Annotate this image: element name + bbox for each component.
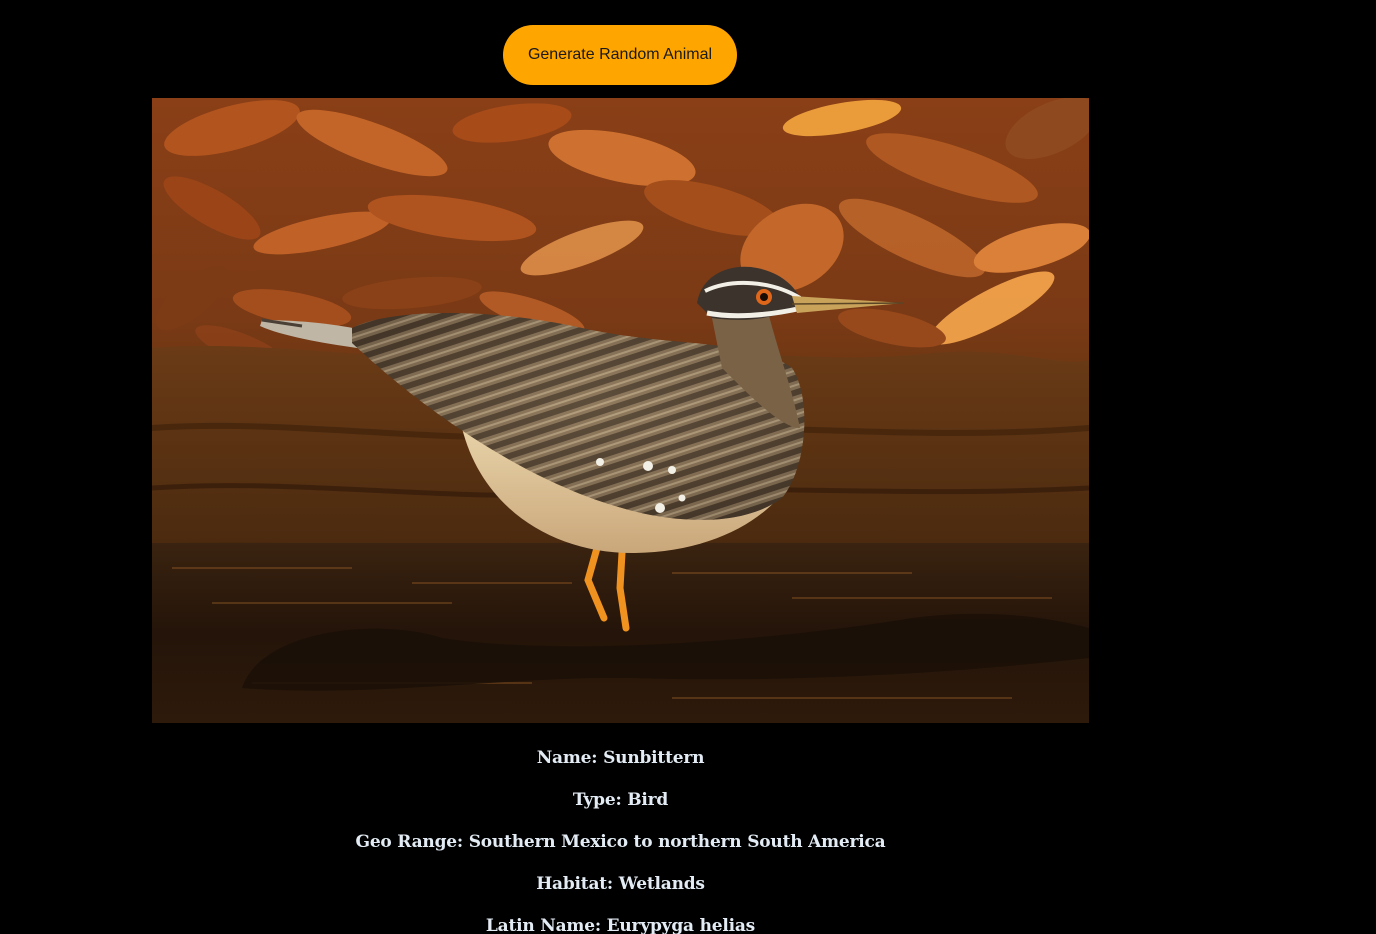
animal-geo-range: Geo Range: Southern Mexico to northern S…: [152, 824, 1089, 866]
animal-name: Name: Sunbittern: [152, 740, 1089, 782]
name-label: Name:: [536, 748, 598, 768]
type-label: Type:: [572, 790, 622, 810]
animal-photo: [152, 98, 1089, 723]
name-value: Sunbittern: [603, 748, 705, 768]
geo-range-label: Geo Range:: [355, 832, 464, 852]
latin-name-value: Eurypyga helias: [606, 916, 756, 934]
geo-range-value: Southern Mexico to northern South Americ…: [468, 832, 886, 852]
animal-habitat: Habitat: Wetlands: [152, 866, 1089, 908]
type-value: Bird: [627, 790, 669, 810]
habitat-label: Habitat:: [536, 874, 614, 894]
generate-random-animal-button[interactable]: Generate Random Animal: [503, 25, 737, 85]
latin-name-label: Latin Name:: [485, 916, 601, 934]
animal-type: Type: Bird: [152, 782, 1089, 824]
habitat-value: Wetlands: [618, 874, 705, 894]
animal-info: Name: Sunbittern Type: Bird Geo Range: S…: [152, 740, 1089, 934]
animal-latin-name: Latin Name: Eurypyga helias: [152, 908, 1089, 934]
